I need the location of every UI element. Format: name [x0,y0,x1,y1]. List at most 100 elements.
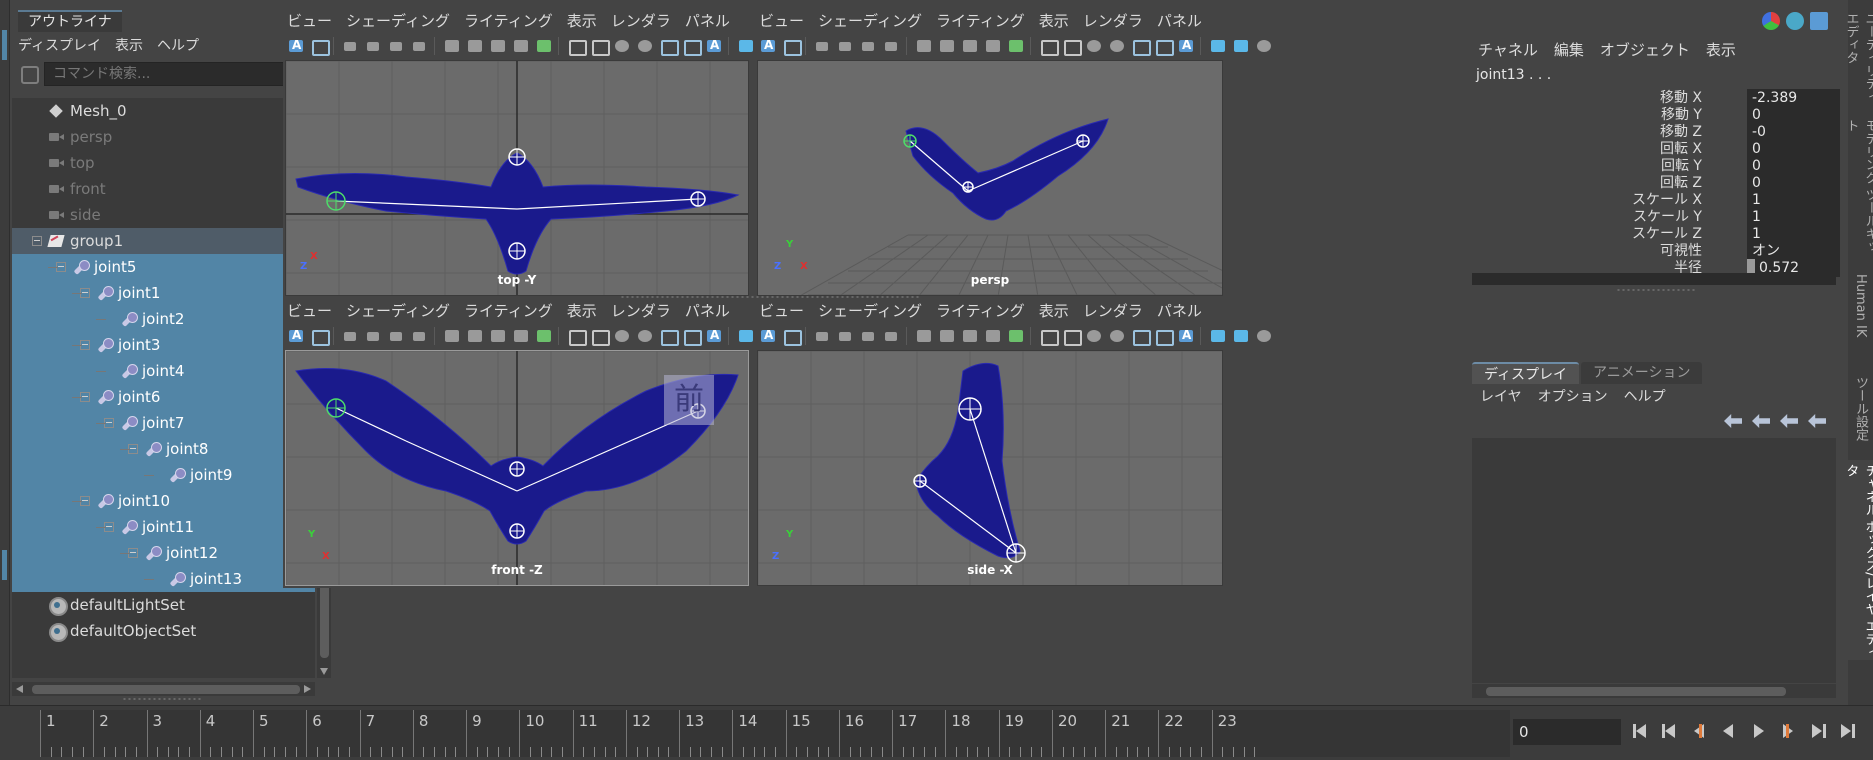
outliner-item-joint10[interactable]: joint10 [12,488,315,514]
scroll-left-arrow-icon[interactable] [16,685,23,693]
outliner-item-joint9[interactable]: joint9 [12,462,315,488]
shading-icon[interactable] [1083,325,1105,347]
vp-menu-renderer[interactable]: レンダラ [1083,300,1143,322]
camera-tool-icon[interactable] [858,325,880,347]
scroll-right-arrow-icon[interactable] [304,685,311,693]
text-icon[interactable] [1175,35,1197,57]
outliner-item-joint2[interactable]: joint2 [12,306,315,332]
select-mode-icon[interactable] [285,325,307,347]
select-mode-icon[interactable] [757,325,779,347]
shading-icon[interactable] [634,325,656,347]
shaded-cube-icon[interactable] [735,325,757,347]
camera-tool-icon[interactable] [881,325,903,347]
shaded-cube-icon[interactable] [1230,325,1252,347]
shaded-cube-icon[interactable] [1230,35,1252,57]
layer-hscroll-thumb[interactable] [1486,687,1786,696]
outliner-item-group1[interactable]: group1 [12,228,315,254]
view-tool-icon[interactable] [959,35,981,57]
transform-axes-icon[interactable] [1762,12,1780,30]
shading-icon[interactable] [1253,325,1275,347]
current-frame-field[interactable]: 0 [1513,719,1621,745]
new-layer-icon[interactable] [1780,414,1798,428]
outliner-item-joint6[interactable]: joint6 [12,384,315,410]
camera-tool-icon[interactable] [409,325,431,347]
channel-menu-show[interactable]: 表示 [1706,38,1736,62]
vp-menu-show[interactable]: 表示 [1039,300,1069,322]
scroll-down-arrow-icon[interactable] [320,668,328,675]
frame-icon[interactable] [1152,35,1174,57]
vp-menu-shading[interactable]: シェーディング [818,300,922,322]
vp-menu-lighting[interactable]: ライティング [936,10,1025,32]
outliner-item-joint12[interactable]: joint12 [12,540,315,566]
viewport-splitter-grip[interactable] [620,296,920,298]
outliner-item-joint1[interactable]: joint1 [12,280,315,306]
highlight-tool-icon[interactable] [533,325,555,347]
view-tool-icon[interactable] [913,325,935,347]
frame-icon[interactable] [1129,35,1151,57]
camera-tool-icon[interactable] [835,325,857,347]
step-forward-key-icon[interactable] [1775,718,1800,743]
select-mode-icon[interactable] [757,35,779,57]
viewcube-front-face[interactable]: 前 [664,375,714,425]
text-icon[interactable] [703,35,725,57]
vp-menu-renderer[interactable]: レンダラ [1083,10,1143,32]
shading-icon[interactable] [1106,35,1128,57]
view-tool-icon[interactable] [464,35,486,57]
view-tool-icon[interactable] [936,35,958,57]
vtab-utility-editor[interactable]: ユーティリティ エディタ [1844,8,1873,108]
panel-resize-grip[interactable] [122,698,202,700]
shading-icon[interactable] [611,325,633,347]
view-tool-icon[interactable] [441,35,463,57]
camera-tool-icon[interactable] [858,35,880,57]
vp-menu-show[interactable]: 表示 [1039,10,1069,32]
viewport-front-canvas[interactable]: 前 Y X front -Z [285,350,749,586]
play-forwards-icon[interactable] [1746,718,1771,743]
viewport-persp-canvas[interactable]: Y X Z persp [757,60,1223,296]
shading-icon[interactable] [1253,35,1275,57]
layer-list[interactable] [1472,438,1836,683]
vtab-modeling-toolkit[interactable]: モデリング ツールキット [1844,115,1873,265]
shaded-cube-icon[interactable] [735,35,757,57]
channel-splitter-grip[interactable] [1616,289,1696,291]
vp-menu-panels[interactable]: パネル [1157,10,1202,32]
frame-icon[interactable] [1129,325,1151,347]
outliner-horizontal-scrollbar[interactable] [12,682,315,696]
outliner-item-joint7[interactable]: joint7 [12,410,315,436]
vp-menu-lighting[interactable]: ライティング [936,300,1025,322]
outliner-item-defaultObjectSet[interactable]: defaultObjectSet [12,618,315,644]
vp-menu-view[interactable]: ビュー [759,10,804,32]
vp-menu-lighting[interactable]: ライティング [464,10,553,32]
channel-menu-object[interactable]: オブジェクト [1600,38,1690,62]
outliner-item-joint11[interactable]: joint11 [12,514,315,540]
camera-tool-icon[interactable] [812,325,834,347]
channel-menu-channels[interactable]: チャネル [1478,38,1538,62]
viewport-side-canvas[interactable]: Y Z side -X [757,350,1223,586]
vp-menu-renderer[interactable]: レンダラ [611,300,671,322]
move-layer-down-icon[interactable] [1752,414,1770,428]
outliner-item-Mesh_0[interactable]: Mesh_0 [12,98,315,124]
vp-menu-view[interactable]: ビュー [287,10,332,32]
view-tool-icon[interactable] [487,325,509,347]
move-layer-up-icon[interactable] [1724,414,1742,428]
go-to-start-icon[interactable] [1630,718,1655,743]
vp-menu-show[interactable]: 表示 [567,300,597,322]
go-to-end-icon[interactable] [1833,718,1858,743]
camera-tool-icon[interactable] [812,35,834,57]
frame-all-icon[interactable] [308,35,330,57]
tab-animation-layers[interactable]: アニメーション [1581,362,1703,384]
shaded-cube-icon[interactable] [1207,35,1229,57]
edit-icon[interactable] [1810,12,1828,30]
outliner-menu-help[interactable]: ヘルプ [157,34,199,58]
vp-menu-panels[interactable]: パネル [685,10,730,32]
view-tool-icon[interactable] [510,325,532,347]
outliner-menu-show[interactable]: 表示 [115,34,143,58]
text-icon[interactable] [703,325,725,347]
camera-tool-icon[interactable] [363,325,385,347]
layer-horizontal-scrollbar[interactable] [1472,684,1836,698]
outliner-item-joint4[interactable]: joint4 [12,358,315,384]
frame-icon[interactable] [657,325,679,347]
camera-tool-icon[interactable] [386,35,408,57]
layer-menu-help[interactable]: ヘルプ [1624,386,1666,408]
vp-menu-panels[interactable]: パネル [1157,300,1202,322]
outliner-item-joint3[interactable]: joint3 [12,332,315,358]
